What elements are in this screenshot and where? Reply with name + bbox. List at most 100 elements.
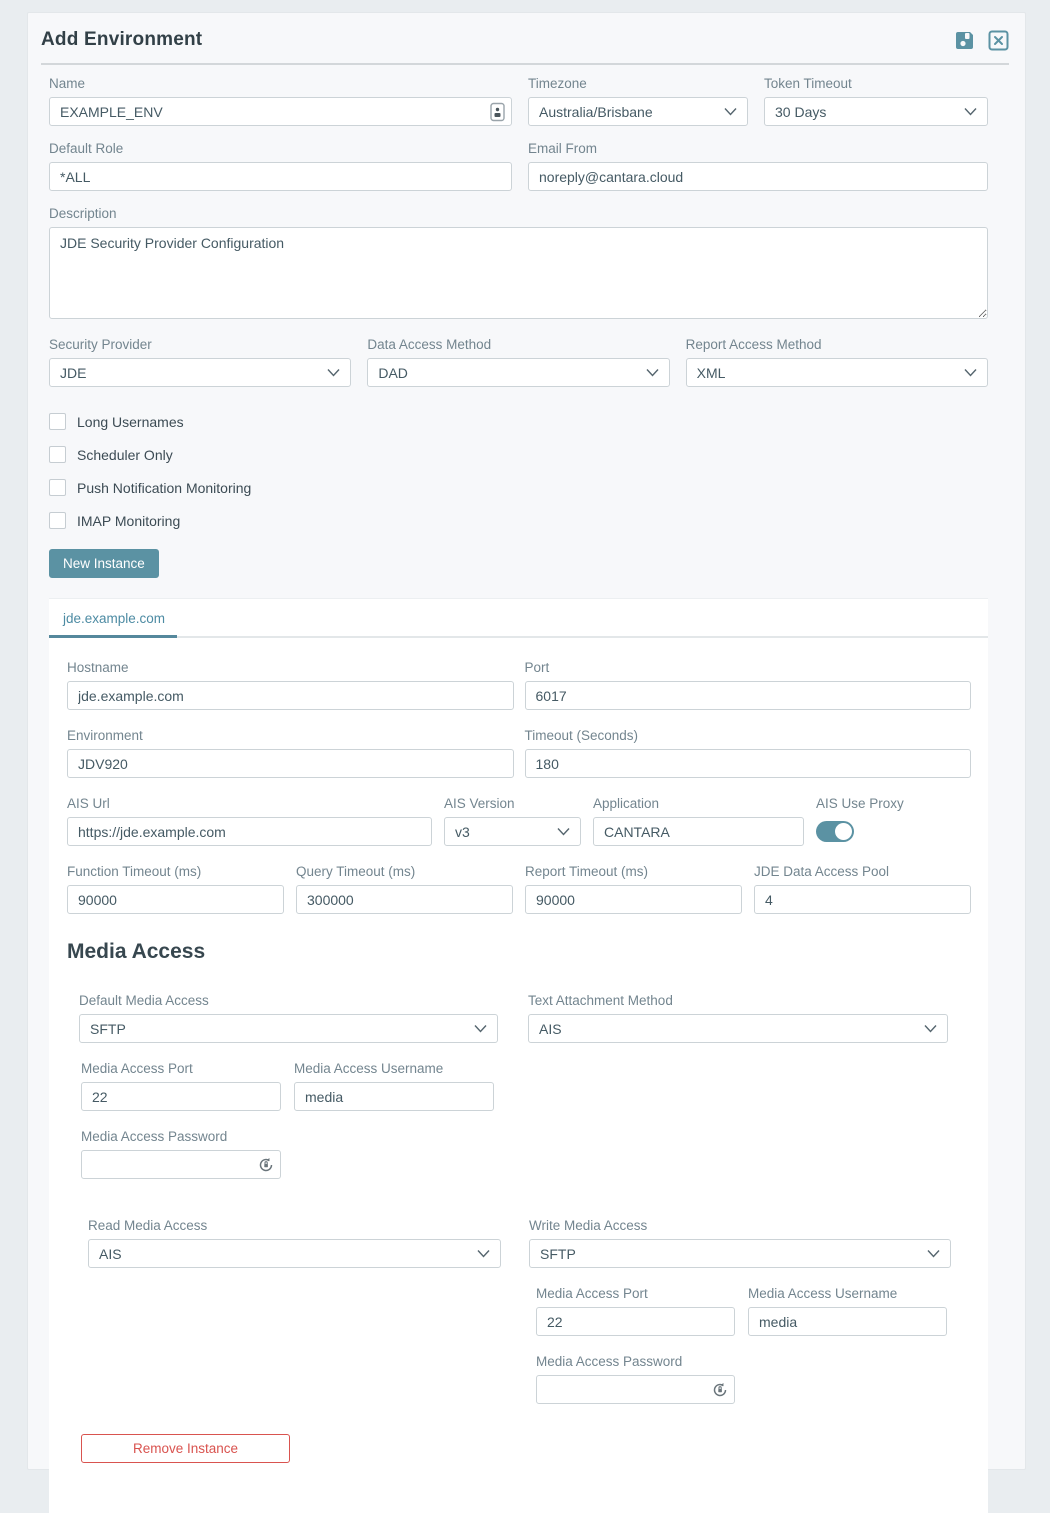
checkbox-box[interactable] <box>49 479 66 496</box>
timeout-seconds-label: Timeout (Seconds) <box>525 727 972 744</box>
port-input[interactable] <box>525 681 972 710</box>
add-environment-card: Add Environment Name <box>27 12 1026 1470</box>
default-role-input[interactable] <box>49 162 512 191</box>
checkbox-label: Push Notification Monitoring <box>77 480 251 496</box>
instance-tabbar: jde.example.com <box>49 599 988 638</box>
environment-form: Name Timezone Australia/Brisbane <box>49 75 988 1513</box>
jde-data-access-pool-label: JDE Data Access Pool <box>754 863 971 880</box>
token-timeout-select[interactable]: 30 Days <box>764 97 988 126</box>
password-generate-icon[interactable] <box>258 1157 274 1173</box>
write-media-access-password-input[interactable] <box>536 1375 735 1404</box>
timezone-value: Australia/Brisbane <box>539 104 653 120</box>
function-timeout-input[interactable] <box>67 885 284 914</box>
email-from-input[interactable] <box>528 162 988 191</box>
checkbox-label: Long Usernames <box>77 414 184 430</box>
timeout-seconds-input[interactable] <box>525 749 972 778</box>
application-label: Application <box>593 795 804 812</box>
tab-jde-example-com[interactable]: jde.example.com <box>49 599 177 638</box>
write-media-access-label: Write Media Access <box>529 1217 951 1234</box>
read-media-access-label: Read Media Access <box>88 1217 501 1234</box>
chevron-down-icon <box>964 107 977 116</box>
media-access-port-input[interactable] <box>81 1082 281 1111</box>
function-timeout-label: Function Timeout (ms) <box>67 863 284 880</box>
checkbox-box[interactable] <box>49 413 66 430</box>
default-role-label: Default Role <box>49 140 512 157</box>
write-media-access-port-input[interactable] <box>536 1307 735 1336</box>
ais-version-value: v3 <box>455 824 470 840</box>
close-icon[interactable] <box>988 30 1009 51</box>
report-timeout-label: Report Timeout (ms) <box>525 863 742 880</box>
data-access-method-value: DAD <box>378 365 408 381</box>
write-media-access-password-label: Media Access Password <box>536 1353 735 1370</box>
media-access-port-label: Media Access Port <box>81 1060 281 1077</box>
environment-input[interactable] <box>67 749 514 778</box>
text-attachment-method-select[interactable]: AIS <box>528 1014 948 1043</box>
hostname-input[interactable] <box>67 681 514 710</box>
chevron-down-icon <box>646 368 659 377</box>
write-media-access-select[interactable]: SFTP <box>529 1239 951 1268</box>
toggle-knob <box>835 823 852 840</box>
chevron-down-icon <box>964 368 977 377</box>
write-media-access-username-input[interactable] <box>748 1307 947 1336</box>
media-access-block: Default Media Access SFTP Text Attachmen… <box>67 992 971 1463</box>
page-title: Add Environment <box>41 29 202 51</box>
write-media-access-value: SFTP <box>540 1246 576 1262</box>
jde-data-access-pool-input[interactable] <box>754 885 971 914</box>
instance-panel: jde.example.com Hostname Port Environmen <box>49 598 988 1513</box>
description-textarea[interactable]: JDE Security Provider Configuration <box>49 227 988 319</box>
security-provider-label: Security Provider <box>49 336 351 353</box>
query-timeout-input[interactable] <box>296 885 513 914</box>
ais-version-label: AIS Version <box>444 795 581 812</box>
report-access-method-select[interactable]: XML <box>686 358 988 387</box>
media-access-username-label: Media Access Username <box>294 1060 494 1077</box>
report-timeout-input[interactable] <box>525 885 742 914</box>
autofill-extension-icon[interactable] <box>490 102 505 121</box>
new-instance-button[interactable]: New Instance <box>49 549 159 578</box>
header-actions <box>954 30 1009 51</box>
ais-url-input[interactable] <box>67 817 432 846</box>
media-access-username-input[interactable] <box>294 1082 494 1111</box>
read-media-access-select[interactable]: AIS <box>88 1239 501 1268</box>
chevron-down-icon <box>557 827 570 836</box>
checkbox-push-notification-monitoring[interactable]: Push Notification Monitoring <box>49 479 988 496</box>
security-provider-value: JDE <box>60 365 86 381</box>
hostname-label: Hostname <box>67 659 514 676</box>
media-access-password-input[interactable] <box>81 1150 281 1179</box>
chevron-down-icon <box>924 1024 937 1033</box>
name-input[interactable] <box>49 97 512 126</box>
timezone-select[interactable]: Australia/Brisbane <box>528 97 748 126</box>
default-media-access-select[interactable]: SFTP <box>79 1014 498 1043</box>
write-media-access-port-label: Media Access Port <box>536 1285 735 1302</box>
password-generate-icon[interactable] <box>712 1382 728 1398</box>
ais-use-proxy-label: AIS Use Proxy <box>816 795 971 812</box>
checkbox-label: IMAP Monitoring <box>77 513 180 529</box>
report-access-method-value: XML <box>697 365 726 381</box>
text-attachment-method-value: AIS <box>539 1021 562 1037</box>
default-media-access-value: SFTP <box>90 1021 126 1037</box>
checkbox-long-usernames[interactable]: Long Usernames <box>49 413 988 430</box>
media-access-heading: Media Access <box>67 940 971 964</box>
checkbox-label: Scheduler Only <box>77 447 173 463</box>
query-timeout-label: Query Timeout (ms) <box>296 863 513 880</box>
ais-version-select[interactable]: v3 <box>444 817 581 846</box>
description-label: Description <box>49 205 988 222</box>
report-access-method-label: Report Access Method <box>686 336 988 353</box>
application-input[interactable] <box>593 817 804 846</box>
save-icon[interactable] <box>954 30 975 51</box>
data-access-method-select[interactable]: DAD <box>367 358 669 387</box>
port-label: Port <box>525 659 972 676</box>
write-media-access-username-label: Media Access Username <box>748 1285 947 1302</box>
checkbox-box[interactable] <box>49 512 66 529</box>
remove-instance-button[interactable]: Remove Instance <box>81 1434 290 1463</box>
read-media-access-value: AIS <box>99 1246 122 1262</box>
email-from-label: Email From <box>528 140 988 157</box>
checkbox-imap-monitoring[interactable]: IMAP Monitoring <box>49 512 988 529</box>
security-provider-select[interactable]: JDE <box>49 358 351 387</box>
ais-url-label: AIS Url <box>67 795 432 812</box>
ais-use-proxy-toggle[interactable] <box>816 821 854 842</box>
data-access-method-label: Data Access Method <box>367 336 669 353</box>
checkbox-scheduler-only[interactable]: Scheduler Only <box>49 446 988 463</box>
checkbox-box[interactable] <box>49 446 66 463</box>
chevron-down-icon <box>327 368 340 377</box>
text-attachment-method-label: Text Attachment Method <box>528 992 948 1009</box>
